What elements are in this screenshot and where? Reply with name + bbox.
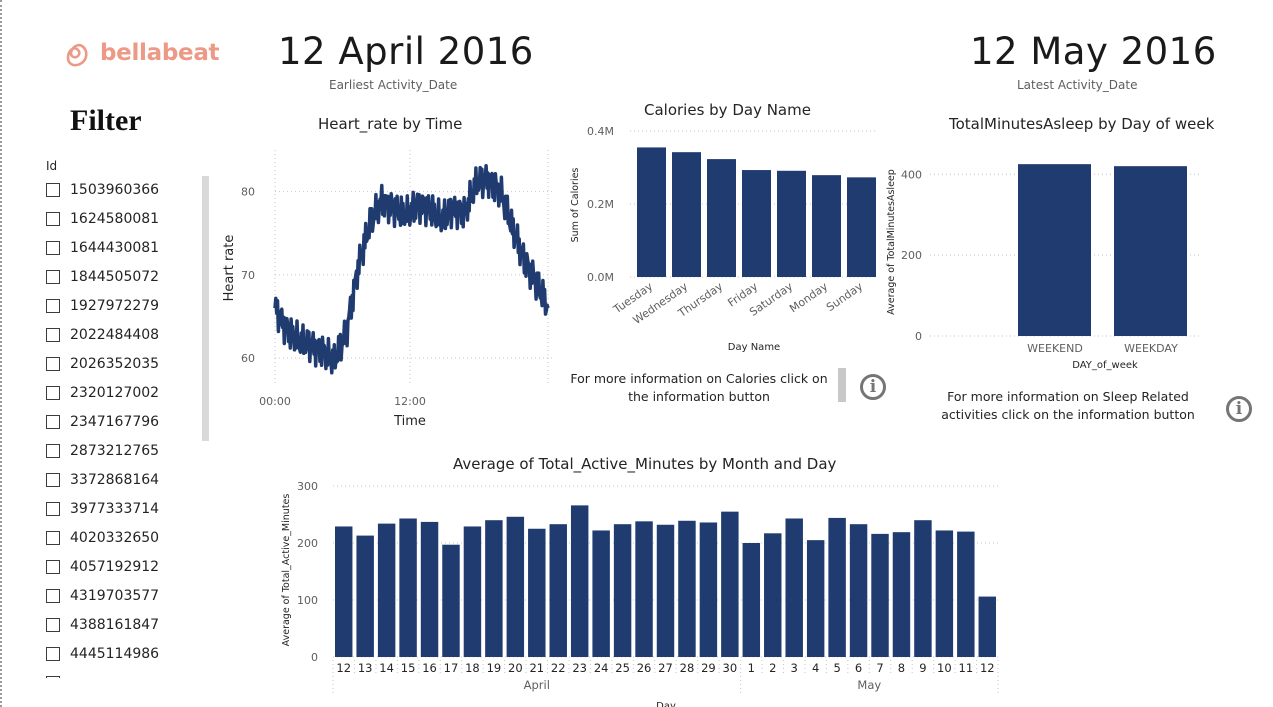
active-minutes-bar	[828, 517, 846, 657]
x-tick-label: 5	[833, 661, 840, 675]
active-minutes-bar	[335, 526, 353, 657]
x-tick-label: 21	[529, 661, 544, 675]
x-tick-label: 22	[551, 661, 566, 675]
x-tick-label: 18	[465, 661, 480, 675]
active-minutes-bar	[914, 520, 932, 657]
active-minutes-bar	[656, 524, 675, 657]
y-axis-label: Average of Total_Active_Minutes	[281, 494, 292, 647]
calories-info-scrollbar[interactable]	[838, 368, 846, 402]
x-tick-label: 19	[487, 661, 502, 675]
x-tick-label: 15	[401, 661, 416, 675]
x-tick-label: 13	[358, 661, 373, 675]
y-tick-label: 0	[311, 651, 318, 664]
active-minutes-bar	[570, 505, 589, 657]
x-tick-label: 17	[444, 661, 459, 675]
active-minutes-bar	[699, 522, 718, 657]
x-group-label: April	[524, 678, 550, 692]
active-minutes-bar	[635, 521, 653, 657]
x-tick-label: 8	[898, 661, 905, 675]
y-tick-label: 100	[297, 594, 318, 607]
x-tick-label: 25	[615, 661, 630, 675]
x-tick-label: 9	[919, 661, 926, 675]
active-minutes-bar	[785, 518, 803, 657]
active-minutes-bar	[399, 518, 417, 657]
x-tick-label: 7	[876, 661, 883, 675]
active-minutes-bar	[721, 511, 739, 657]
x-tick-label: 26	[637, 661, 652, 675]
active-minutes-bar	[528, 528, 546, 657]
active-minutes-bar	[506, 516, 525, 657]
active-minutes-bar	[549, 524, 567, 657]
x-tick-label: 20	[508, 661, 523, 675]
x-group-label: May	[857, 678, 881, 692]
active-minutes-bar	[592, 530, 610, 657]
x-tick-label: 29	[701, 661, 716, 675]
x-tick-label: 12	[336, 661, 351, 675]
x-tick-label: 23	[572, 661, 587, 675]
active-minutes-bar	[871, 533, 889, 657]
active-minutes-bar	[356, 535, 374, 657]
x-tick-label: 4	[812, 661, 819, 675]
calories-info-button[interactable]: i	[860, 374, 886, 400]
active-minutes-bar	[806, 540, 825, 657]
active-minutes-bar	[442, 544, 460, 657]
x-tick-label: 1	[748, 661, 755, 675]
x-tick-label: 11	[959, 661, 974, 675]
active-minutes-bar	[377, 523, 396, 657]
x-tick-label: 12	[980, 661, 995, 675]
active-minutes-bar	[463, 526, 482, 657]
x-tick-label: 3	[791, 661, 798, 675]
active-minutes-bar	[420, 521, 439, 657]
x-tick-label: 28	[680, 661, 695, 675]
active-minutes-bar	[764, 533, 782, 657]
x-tick-label: 10	[937, 661, 952, 675]
active-minutes-bar	[742, 543, 761, 657]
active-minutes-bar	[678, 520, 696, 657]
active-minutes-bar-chart: 010020030012 13 14 15 16 17 18 19 20 21 22 23 24 25 26…	[281, 480, 999, 707]
sleep-info-button[interactable]: i	[1226, 396, 1252, 422]
active-minutes-bar	[935, 530, 954, 657]
x-tick-label: 2	[769, 661, 776, 675]
y-tick-label: 200	[297, 537, 318, 550]
active-minutes-bar	[849, 524, 868, 657]
x-tick-label: 27	[658, 661, 673, 675]
x-tick-label: 24	[594, 661, 609, 675]
active-minutes-bar	[485, 520, 503, 657]
y-tick-label: 300	[297, 480, 318, 493]
x-tick-label: 30	[723, 661, 738, 675]
active-minutes-bar	[978, 596, 996, 657]
sleep-info-text: For more information on Sleep Related ac…	[941, 389, 1195, 422]
active-minutes-bar	[613, 524, 632, 657]
x-axis-label: Day	[656, 701, 676, 707]
x-tick-label: 16	[422, 661, 437, 675]
x-tick-label: 14	[379, 661, 394, 675]
x-tick-label: 6	[855, 661, 862, 675]
active-minutes-bar	[957, 531, 975, 657]
calories-info-text: For more information on Calories click o…	[570, 371, 828, 404]
active-minutes-bar	[892, 532, 911, 657]
